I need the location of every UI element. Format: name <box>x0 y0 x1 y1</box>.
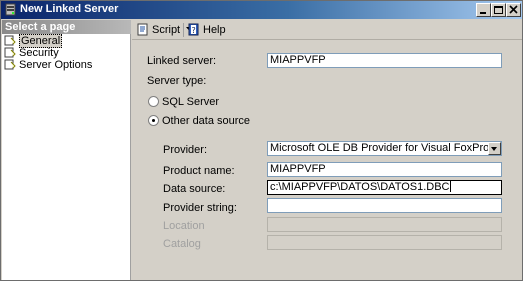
provider-select-value: Microsoft OLE DB Provider for Visual Fox… <box>270 142 490 154</box>
data-source-label: Data source: <box>163 183 226 195</box>
page-item-server-options[interactable]: Server Options <box>4 59 92 72</box>
provider-string-input[interactable] <box>267 198 502 213</box>
general-page: Script ? Help Linked server: MIAPPVFP Ser… <box>132 20 522 280</box>
text-cursor <box>449 181 451 192</box>
help-button[interactable]: ? Help <box>187 23 226 37</box>
maximize-icon <box>494 6 503 14</box>
page-item-label: General <box>19 34 63 48</box>
page-item-label: Security <box>19 47 59 59</box>
sql-server-label[interactable]: SQL Server <box>162 96 219 109</box>
other-data-source-label[interactable]: Other data source <box>162 115 250 128</box>
select-page-header: Select a page <box>2 20 131 34</box>
server-icon <box>5 3 16 16</box>
catalog-input <box>267 235 502 250</box>
provider-label: Provider: <box>163 144 208 156</box>
location-label: Location <box>163 220 205 232</box>
catalog-label: Catalog <box>163 238 201 250</box>
minimize-icon <box>480 12 486 14</box>
product-name-label: Product name: <box>163 165 235 177</box>
other-data-source-radio[interactable] <box>148 115 159 126</box>
script-icon <box>137 23 148 36</box>
linked-server-input[interactable]: MIAPPVFP <box>267 53 502 68</box>
help-icon: ? <box>188 23 199 36</box>
script-label: Script <box>152 24 181 36</box>
data-source-input[interactable]: c:\MIAPPVFP\DATOS\DATOS1.DBC <box>267 180 502 195</box>
select-page-pane: Select a page General Security Server Op… <box>2 20 131 280</box>
script-button[interactable]: Script <box>136 23 194 37</box>
provider-dropdown-button[interactable] <box>488 142 501 155</box>
page-icon <box>4 35 16 46</box>
maximize-button[interactable] <box>491 3 506 17</box>
data-source-value: c:\MIAPPVFP\DATOS\DATOS1.DBC <box>270 181 450 193</box>
server-type-label: Server type: <box>147 75 207 87</box>
location-input <box>267 217 502 232</box>
linked-server-label: Linked server: <box>147 55 217 67</box>
toolbar-separator <box>183 23 184 37</box>
sql-server-radio[interactable] <box>148 96 159 107</box>
close-button[interactable] <box>506 3 521 17</box>
new-linked-server-window: New Linked Server Select a page General … <box>0 0 523 281</box>
svg-text:?: ? <box>192 26 196 35</box>
close-icon <box>509 5 518 14</box>
provider-select[interactable]: Microsoft OLE DB Provider for Visual Fox… <box>267 141 502 156</box>
window-title: New Linked Server <box>20 3 119 15</box>
provider-string-label: Provider string: <box>163 202 237 214</box>
help-label: Help <box>203 24 226 36</box>
toolbar: Script ? Help <box>132 20 522 40</box>
title-bar[interactable]: New Linked Server <box>1 1 522 19</box>
product-name-input[interactable]: MIAPPVFP <box>267 162 502 177</box>
page-icon <box>4 47 16 58</box>
page-icon <box>4 59 16 70</box>
minimize-button[interactable] <box>476 3 491 17</box>
page-item-label: Server Options <box>19 59 93 71</box>
